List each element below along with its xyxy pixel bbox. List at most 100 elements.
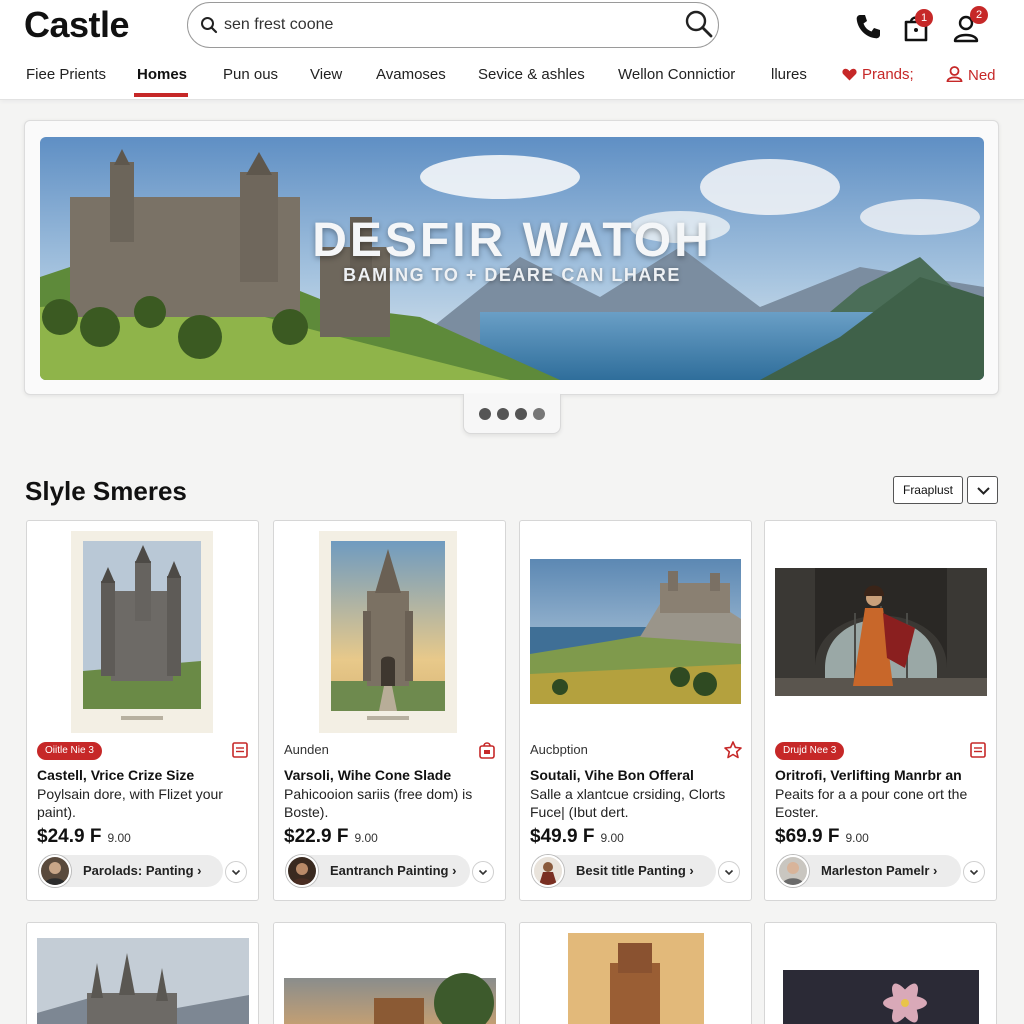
nav-active-indicator [134, 93, 188, 97]
carousel-pagination [463, 394, 561, 434]
page: Castle sen frest coone 1 2 Fiee Prients … [0, 0, 1024, 1024]
search-icon [201, 17, 218, 34]
carousel-dot-4[interactable] [533, 408, 545, 420]
price-value: $69.9 F [775, 826, 840, 847]
price-sub: 9.00 [354, 831, 378, 845]
product-price: $24.9 F 9.00 [37, 826, 131, 848]
carousel-dot-2[interactable] [497, 408, 509, 420]
product-card[interactable]: Aucbption Soutali, Vihe Bon Offeral Sall… [519, 520, 752, 901]
product-title[interactable]: Soutali, Vihe Bon Offeral [530, 767, 745, 783]
product-image[interactable] [530, 559, 741, 704]
avatar [39, 855, 71, 887]
artist-chip[interactable]: Parolads: Panting › [39, 855, 223, 887]
product-description: Peaits for a a pour cone ort the Eoster. [775, 786, 968, 820]
price-value: $22.9 F [284, 826, 349, 847]
search-submit-icon[interactable] [684, 9, 714, 39]
artist-chip[interactable]: Besit title Panting › [532, 855, 716, 887]
product-card[interactable] [764, 922, 997, 1024]
avatar [532, 855, 564, 887]
bookmark-icon[interactable] [230, 740, 250, 760]
price-sub: 9.00 [107, 831, 131, 845]
expand-button[interactable] [472, 861, 494, 883]
product-description: Salle a xlantcue crsiding, Clorts Fuce| … [530, 786, 726, 820]
product-card[interactable] [519, 922, 752, 1024]
product-title[interactable]: Castell, Vrice Crize Size [37, 767, 252, 783]
account-badge: 2 [970, 6, 988, 24]
product-title[interactable]: Varsoli, Wihe Cone Slade [284, 767, 499, 783]
product-title[interactable]: Oritrofi, Verlifting Manrbr an [775, 767, 990, 783]
hero-subtitle: BAMING TO + DEARE CAN LHARE [343, 265, 681, 285]
expand-button[interactable] [963, 861, 985, 883]
product-image[interactable] [71, 531, 213, 733]
product-price: $49.9 F 9.00 [530, 826, 624, 848]
price-value: $49.9 F [530, 826, 595, 847]
expand-button[interactable] [225, 861, 247, 883]
heart-icon [842, 68, 857, 81]
user-badge-icon [946, 66, 963, 83]
artist-name: Marleston Pamelr › [821, 863, 938, 878]
artist-chip[interactable]: Eantranch Painting › [286, 855, 470, 887]
user-label: Ned [968, 67, 996, 84]
artist-chip[interactable]: Marleston Pamelr › [777, 855, 961, 887]
bookmark-icon[interactable] [968, 740, 988, 760]
favorites-label: Prands; [862, 66, 914, 83]
product-card[interactable]: Drujd Nee 3 Oritrofi, Verlifting Manrbr … [764, 520, 997, 901]
product-image[interactable] [775, 568, 987, 696]
site-logo[interactable]: Castle [24, 4, 130, 46]
star-icon[interactable] [723, 740, 743, 760]
avatar [286, 855, 318, 887]
artist-name: Eantranch Painting › [330, 863, 457, 878]
nav-item-favorites[interactable]: Prands; [842, 66, 914, 83]
product-image[interactable] [520, 923, 752, 1024]
chevron-down-icon [977, 487, 990, 495]
product-description: Poylsain dore, with Flizet your paint). [37, 786, 223, 820]
carousel-dot-1[interactable] [479, 408, 491, 420]
product-card[interactable]: Oiitle Nie 3 Castell, Vrice Crize Size P… [26, 520, 259, 901]
price-sub: 9.00 [845, 831, 869, 845]
price-sub: 9.00 [600, 831, 624, 845]
price-value: $24.9 F [37, 826, 102, 847]
product-image[interactable] [27, 923, 259, 1024]
carousel-dot-3[interactable] [515, 408, 527, 420]
nav-item-pun-ous[interactable]: Pun ous [223, 66, 278, 83]
hero-banner[interactable]: DESFIR WATOH BAMING TO + DEARE CAN LHARE [40, 137, 984, 380]
nav-item-wellon[interactable]: Wellon Connictior [618, 66, 735, 83]
product-price: $22.9 F 9.00 [284, 826, 378, 848]
product-price: $69.9 F 9.00 [775, 826, 869, 848]
product-card[interactable]: Aunden Varsoli, Wihe Cone Slade Pahicooi… [273, 520, 506, 901]
sort-button[interactable]: Fraaplust [893, 476, 963, 504]
product-image[interactable] [319, 531, 457, 733]
product-image[interactable] [274, 923, 506, 1024]
figure-painting-image [775, 568, 987, 696]
chevron-down-icon [969, 869, 979, 876]
product-image[interactable] [765, 923, 997, 1024]
sort-dropdown[interactable] [967, 476, 998, 504]
bag-icon[interactable] [477, 740, 497, 760]
tower-print-image [319, 531, 457, 733]
product-tag: Drujd Nee 3 [775, 742, 845, 760]
product-card[interactable] [26, 922, 259, 1024]
artist-name: Besit title Panting › [576, 863, 694, 878]
nav-item-llures[interactable]: llures [771, 66, 807, 83]
expand-button[interactable] [718, 861, 740, 883]
nav-item-services[interactable]: Sevice & ashles [478, 66, 585, 83]
product-tag: Aucbption [530, 742, 588, 757]
nav-item-view[interactable]: View [310, 66, 342, 83]
product-tag: Oiitle Nie 3 [37, 742, 102, 760]
search-input[interactable]: sen frest coone [224, 16, 333, 34]
product-card[interactable] [273, 922, 506, 1024]
artist-name: Parolads: Panting › [83, 863, 202, 878]
chevron-down-icon [478, 869, 488, 876]
hero-title: DESFIR WATOH [312, 214, 712, 267]
castle-print-image [71, 531, 213, 733]
phone-icon[interactable] [851, 10, 885, 44]
product-tag: Aunden [284, 742, 329, 757]
avatar [777, 855, 809, 887]
nav-item-homes[interactable]: Homes [137, 66, 187, 83]
site-header: Castle sen frest coone 1 2 Fiee Prients … [0, 0, 1024, 100]
nav-item-avamoses[interactable]: Avamoses [376, 66, 446, 83]
nav-item-user[interactable]: Ned [946, 66, 996, 84]
search-bar[interactable]: sen frest coone [187, 2, 719, 48]
nav-item-prients[interactable]: Fiee Prients [26, 66, 106, 83]
hero-carousel: DESFIR WATOH BAMING TO + DEARE CAN LHARE [24, 120, 999, 395]
